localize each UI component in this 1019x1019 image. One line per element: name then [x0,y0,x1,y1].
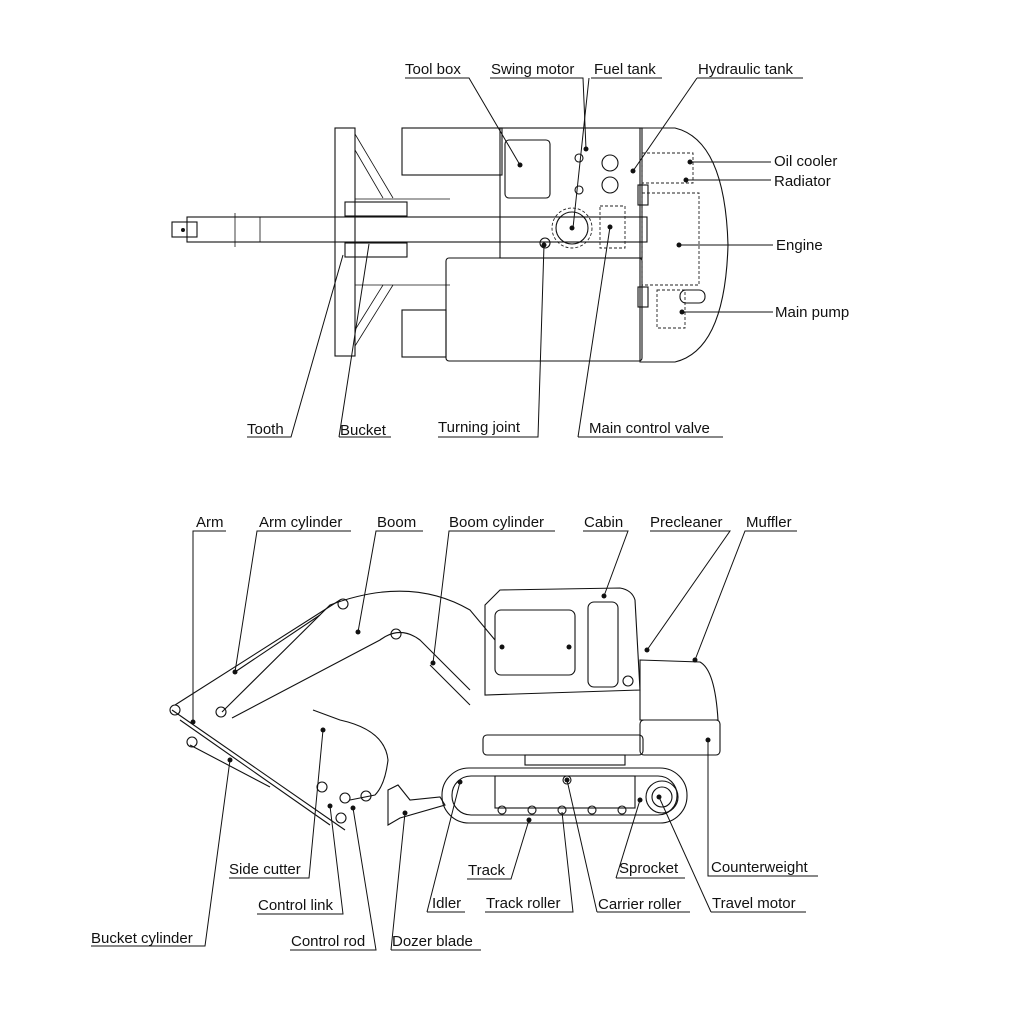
label-main-control-valve: Main control valve [589,420,710,437]
label-turning-joint: Turning joint [438,419,521,436]
label-precleaner: Precleaner [650,514,723,531]
boom-cylinder-shape [429,664,471,706]
label-boom-cylinder: Boom cylinder [449,514,544,531]
label-side-cutter: Side cutter [229,861,301,878]
label-travel-motor: Travel motor [712,895,796,912]
label-idler: Idler [432,895,461,912]
label-track: Track [468,862,505,879]
label-arm: Arm [196,514,224,531]
boom-inner [231,631,471,719]
label-hydraulic-tank: Hydraulic tank [698,61,794,78]
label-control-link: Control link [258,897,334,914]
label-bucket-cylinder: Bucket cylinder [91,930,193,947]
upper-frame [482,734,644,756]
bucket-shape [312,709,389,801]
label-tool-box: Tool box [405,61,461,78]
upper-body-deck [499,127,643,259]
engine-housing [639,659,719,721]
cabin-window [494,609,576,676]
label-control-rod: Control rod [291,933,365,950]
top-view-drawing [171,127,729,363]
dozer-blade-shape [387,784,446,826]
label-tooth: Tooth [247,421,284,438]
label-counterweight: Counterweight [711,859,809,876]
label-cabin: Cabin [584,514,623,531]
label-track-roller: Track roller [486,895,560,912]
label-boom: Boom [377,514,416,531]
side-view-drawing [169,587,721,831]
bucket-cylinder-shape [189,744,271,788]
label-main-pump: Main pump [775,304,849,321]
label-swing-motor: Swing motor [491,61,574,78]
label-dozer-blade: Dozer blade [392,933,473,950]
arm-cylinder-shape [234,614,321,673]
label-bucket: Bucket [340,422,387,439]
excavator-component-diagram: Tool box Swing motor Fuel tank Hydraulic… [91,61,849,951]
label-fuel-tank: Fuel tank [594,61,656,78]
track-lower [401,309,447,358]
label-engine: Engine [776,237,823,254]
track-upper [401,127,503,176]
label-radiator: Radiator [774,173,831,190]
label-carrier-roller: Carrier roller [598,896,681,913]
tool-box-shape [504,139,551,199]
boom-arm-top [186,216,648,243]
label-oil-cooler: Oil cooler [774,153,837,170]
label-sprocket: Sprocket [619,860,679,877]
label-muffler: Muffler [746,514,792,531]
upper-body-lower-deck [445,257,643,362]
sprocket-shape [645,780,679,814]
label-arm-cylinder: Arm cylinder [259,514,342,531]
